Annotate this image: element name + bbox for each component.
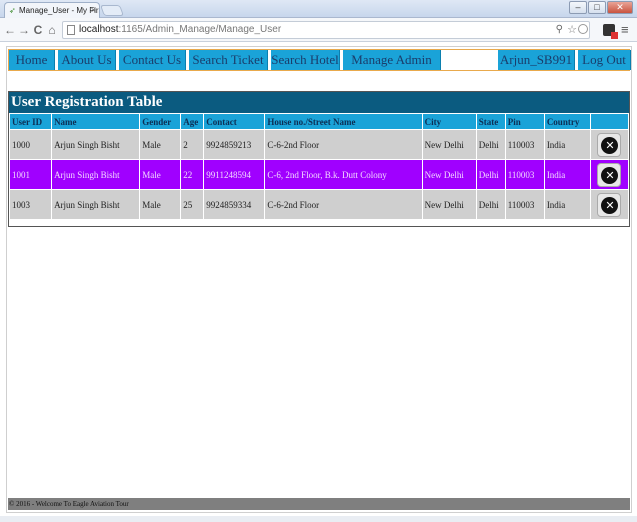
delete-icon: ✕	[601, 166, 619, 184]
zoom-icon[interactable]: ⚲	[556, 22, 563, 38]
cell-gender: Male	[140, 130, 181, 159]
address-bar[interactable]: localhost:1165/Admin_Manage/Manage_User …	[62, 21, 590, 39]
nav-about-us[interactable]: About Us	[58, 50, 116, 70]
cell-name: Arjun Singh Bisht	[52, 130, 140, 159]
tab-title: Manage_User - My First A	[19, 6, 99, 15]
cell-user-id: 1003	[10, 190, 52, 219]
user-table: User ID Name Gender Age Contact House no…	[9, 113, 629, 220]
nav-search-hotel[interactable]: Search Hotel	[271, 50, 340, 70]
delete-icon: ✕	[601, 136, 619, 154]
cell-city: New Delhi	[422, 160, 476, 189]
bookmark-star-icon[interactable]: ☆	[567, 22, 577, 38]
table-row[interactable]: 1003 Arjun Singh Bisht Male 25 992485933…	[10, 190, 628, 219]
col-header-state: State	[476, 114, 505, 129]
delete-icon: ✕	[601, 196, 619, 214]
reload-icon[interactable]: C	[31, 22, 45, 38]
browser-titlebar: ➶ Manage_User - My First A × – □ ✕	[0, 0, 637, 18]
cell-action: ✕	[590, 190, 628, 219]
browser-bottom-edge	[0, 516, 637, 522]
cell-country: India	[544, 190, 590, 219]
cell-name: Arjun Singh Bisht	[52, 160, 140, 189]
col-header-name: Name	[52, 114, 140, 129]
nav-user-name[interactable]: Arjun_SB991	[498, 50, 575, 70]
table-header-row: User ID Name Gender Age Contact House no…	[10, 114, 628, 129]
col-header-country: Country	[544, 114, 590, 129]
delete-button[interactable]: ✕	[597, 162, 622, 187]
col-header-pin: Pin	[505, 114, 544, 129]
cell-action: ✕	[590, 130, 628, 159]
home-icon[interactable]: ⌂	[45, 22, 59, 38]
nav-home[interactable]: Home	[9, 50, 55, 70]
options-circle-icon[interactable]	[578, 24, 588, 34]
cell-pin: 110003	[505, 160, 544, 189]
maximize-button[interactable]: □	[588, 1, 606, 14]
cell-contact: 9911248594	[204, 160, 265, 189]
minimize-button[interactable]: –	[569, 1, 587, 14]
forward-icon[interactable]: →	[17, 22, 31, 38]
extension-badge	[611, 32, 618, 39]
cell-address: C-6-2nd Floor	[265, 190, 422, 219]
cell-address: C-6-2nd Floor	[265, 130, 422, 159]
table-row-selected[interactable]: 1001 Arjun Singh Bisht Male 22 991124859…	[10, 160, 628, 189]
cell-user-id: 1000	[10, 130, 52, 159]
extension-icon[interactable]	[603, 24, 618, 39]
cell-city: New Delhi	[422, 130, 476, 159]
cell-action: ✕	[590, 160, 628, 189]
cell-contact: 9924859213	[204, 130, 265, 159]
user-table-panel: User Registration Table User ID Name Gen…	[8, 91, 630, 227]
table-title: User Registration Table	[9, 92, 629, 113]
page-viewport: Home About Us Contact Us Search Ticket S…	[6, 46, 632, 513]
tab-close-icon[interactable]: ×	[91, 5, 96, 15]
cell-pin: 110003	[505, 190, 544, 219]
col-header-age: Age	[181, 114, 204, 129]
col-header-user-id: User ID	[10, 114, 52, 129]
table-row[interactable]: 1000 Arjun Singh Bisht Male 2 9924859213…	[10, 130, 628, 159]
col-header-contact: Contact	[204, 114, 265, 129]
cell-contact: 9924859334	[204, 190, 265, 219]
delete-button[interactable]: ✕	[597, 192, 622, 217]
url-host: localhost	[79, 24, 119, 35]
cell-country: India	[544, 160, 590, 189]
browser-toolbar: ← → C ⌂ localhost:1165/Admin_Manage/Mana…	[0, 18, 637, 42]
cell-name: Arjun Singh Bisht	[52, 190, 140, 219]
col-header-action	[590, 114, 628, 129]
menu-icon[interactable]: ≡	[621, 22, 629, 37]
top-nav: Home About Us Contact Us Search Ticket S…	[8, 49, 631, 71]
cell-age: 25	[181, 190, 204, 219]
cell-country: India	[544, 130, 590, 159]
cell-address: C-6, 2nd Floor, B.k. Dutt Colony	[265, 160, 422, 189]
url-path: :1165/Admin_Manage/Manage_User	[118, 24, 282, 35]
back-icon[interactable]: ←	[3, 22, 17, 38]
cell-gender: Male	[140, 190, 181, 219]
col-header-city: City	[422, 114, 476, 129]
col-header-gender: Gender	[140, 114, 181, 129]
cell-age: 2	[181, 130, 204, 159]
cell-state: Delhi	[476, 190, 505, 219]
favicon-icon: ➶	[9, 6, 16, 15]
cell-gender: Male	[140, 160, 181, 189]
close-window-button[interactable]: ✕	[607, 1, 633, 14]
nav-logout[interactable]: Log Out	[578, 50, 631, 70]
new-tab-button[interactable]	[99, 5, 125, 16]
cell-pin: 110003	[505, 130, 544, 159]
cell-state: Delhi	[476, 160, 505, 189]
page-icon	[67, 25, 75, 35]
nav-manage-admin[interactable]: Manage Admin	[343, 50, 441, 70]
cell-age: 22	[181, 160, 204, 189]
cell-city: New Delhi	[422, 190, 476, 219]
nav-contact-us[interactable]: Contact Us	[119, 50, 186, 70]
page-footer: © 2016 - Welcome To Eagle Aviation Tour	[8, 498, 630, 510]
browser-tab[interactable]: ➶ Manage_User - My First A ×	[4, 2, 100, 18]
cell-state: Delhi	[476, 130, 505, 159]
nav-search-ticket[interactable]: Search Ticket	[189, 50, 268, 70]
cell-user-id: 1001	[10, 160, 52, 189]
col-header-address: House no./Street Name	[265, 114, 422, 129]
delete-button[interactable]: ✕	[597, 132, 622, 157]
